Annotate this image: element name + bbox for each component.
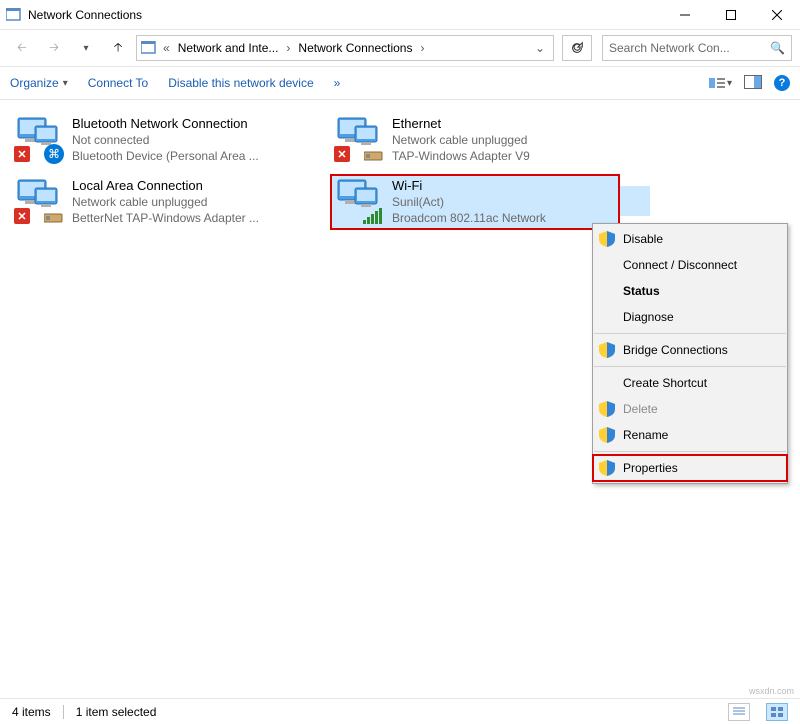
connection-icon: ✕	[334, 116, 384, 164]
ctx-disable[interactable]: Disable	[593, 226, 787, 252]
location-icon	[141, 41, 157, 55]
item-count: 4 items	[12, 705, 51, 719]
shield-icon	[599, 427, 615, 443]
overflow-button[interactable]: »	[334, 76, 341, 90]
disconnected-icon: ✕	[334, 146, 350, 162]
selection-extension	[620, 186, 650, 216]
connection-device: TAP-Windows Adapter V9	[392, 148, 530, 164]
connection-icon: ✕ ⌘	[14, 116, 64, 164]
connection-item-lan[interactable]: ✕ Local Area Connection Network cable un…	[10, 174, 320, 230]
disconnected-icon: ✕	[14, 208, 30, 224]
view-options-button[interactable]: ▾	[709, 76, 732, 90]
breadcrumb-current[interactable]: Network Connections	[296, 41, 414, 55]
ctx-status[interactable]: Status	[593, 278, 787, 304]
context-menu: Disable Connect / Disconnect Status Diag…	[592, 223, 788, 484]
ctx-diagnose[interactable]: Diagnose	[593, 304, 787, 330]
connection-icon: ✕	[14, 178, 64, 226]
window-title: Network Connections	[28, 8, 662, 22]
minimize-button[interactable]	[662, 0, 708, 30]
address-dropdown[interactable]: ⌄	[531, 41, 549, 55]
search-placeholder: Search Network Con...	[609, 41, 770, 55]
connection-name: Local Area Connection	[72, 178, 259, 194]
ctx-delete: Delete	[593, 396, 787, 422]
organize-menu[interactable]: Organize▾	[10, 76, 68, 90]
back-button[interactable]: 🡠	[8, 34, 36, 62]
details-view-button[interactable]	[728, 703, 750, 721]
connection-status: Not connected	[72, 132, 259, 148]
connection-status: Network cable unplugged	[72, 194, 259, 210]
menu-separator	[594, 451, 786, 452]
separator	[63, 705, 64, 719]
menu-separator	[594, 333, 786, 334]
connection-item-wifi[interactable]: Wi-Fi Sunil(Act) Broadcom 802.11ac Netwo…	[330, 174, 620, 230]
chevron-right-icon: «	[161, 41, 172, 55]
title-bar: Network Connections	[0, 0, 800, 30]
recent-dropdown[interactable]: ▾	[72, 34, 100, 62]
shield-icon	[599, 401, 615, 417]
connection-icon	[334, 178, 384, 226]
connection-item-bluetooth[interactable]: ✕ ⌘ Bluetooth Network Connection Not con…	[10, 112, 320, 168]
shield-icon	[599, 342, 615, 358]
connection-name: Bluetooth Network Connection	[72, 116, 259, 132]
connection-device: Broadcom 802.11ac Network	[392, 210, 546, 226]
chevron-right-icon: ›	[284, 41, 292, 55]
preview-pane-button[interactable]	[744, 75, 762, 92]
chevron-right-icon: ›	[418, 41, 426, 55]
connect-to-button[interactable]: Connect To	[88, 76, 149, 90]
navigation-bar: 🡠 🡢 ▾ 🡡 « Network and Inte... › Network …	[0, 30, 800, 66]
search-icon: 🔍	[770, 41, 785, 55]
refresh-button[interactable]	[562, 35, 592, 61]
disable-device-button[interactable]: Disable this network device	[168, 76, 313, 90]
selection-count: 1 item selected	[76, 705, 157, 719]
ctx-rename[interactable]: Rename	[593, 422, 787, 448]
tiles-view-button[interactable]	[766, 703, 788, 721]
signal-icon	[363, 208, 382, 224]
ctx-create-shortcut[interactable]: Create Shortcut	[593, 370, 787, 396]
connection-status: Sunil(Act)	[392, 194, 546, 210]
ctx-connect-disconnect[interactable]: Connect / Disconnect	[593, 252, 787, 278]
status-bar: 4 items 1 item selected	[0, 698, 800, 724]
breadcrumb-parent[interactable]: Network and Inte...	[176, 41, 281, 55]
help-button[interactable]: ?	[774, 75, 790, 91]
connection-device: BetterNet TAP-Windows Adapter ...	[72, 210, 259, 226]
forward-button[interactable]: 🡢	[40, 34, 68, 62]
shield-icon	[599, 231, 615, 247]
address-bar[interactable]: « Network and Inte... › Network Connecti…	[136, 35, 554, 61]
search-box[interactable]: Search Network Con... 🔍	[602, 35, 792, 61]
connection-device: Bluetooth Device (Personal Area ...	[72, 148, 259, 164]
disconnected-icon: ✕	[14, 146, 30, 162]
nic-icon	[44, 210, 64, 224]
connection-name: Ethernet	[392, 116, 530, 132]
bluetooth-icon: ⌘	[44, 144, 64, 164]
menu-separator	[594, 366, 786, 367]
shield-icon	[599, 460, 615, 476]
nic-icon	[364, 148, 384, 162]
close-button[interactable]	[754, 0, 800, 30]
connection-name: Wi-Fi	[392, 178, 546, 194]
connection-status: Network cable unplugged	[392, 132, 530, 148]
up-button[interactable]: 🡡	[104, 34, 132, 62]
maximize-button[interactable]	[708, 0, 754, 30]
window-icon	[0, 8, 28, 22]
refresh-icon	[570, 41, 584, 55]
watermark: wsxdn.com	[749, 686, 794, 696]
command-bar: Organize▾ Connect To Disable this networ…	[0, 66, 800, 100]
ctx-properties[interactable]: Properties	[593, 455, 787, 481]
ctx-bridge[interactable]: Bridge Connections	[593, 337, 787, 363]
connection-item-ethernet[interactable]: ✕ Ethernet Network cable unplugged TAP-W…	[330, 112, 620, 168]
